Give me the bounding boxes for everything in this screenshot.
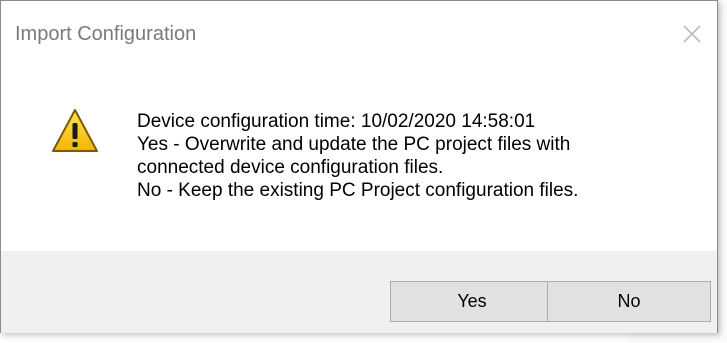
warning-icon (51, 107, 99, 155)
message-line: No - Keep the existing PC Project config… (137, 180, 579, 201)
dialog-titlebar: Import Configuration (1, 1, 717, 65)
dialog-title: Import Configuration (15, 23, 197, 45)
yes-button[interactable]: Yes (390, 281, 554, 322)
dialog-message: Device configuration time: 10/02/2020 14… (137, 110, 578, 202)
no-button[interactable]: No (547, 281, 711, 322)
message-line: Device configuration time: 10/02/2020 14… (137, 111, 536, 132)
close-icon[interactable] (681, 23, 703, 45)
dialog-content: Device configuration time: 10/02/2020 14… (1, 65, 717, 251)
dialog-footer: Yes No (1, 251, 717, 333)
message-line: Yes - Overwrite and update the PC projec… (137, 134, 571, 155)
import-configuration-dialog: Import Configuration Device configuratio… (0, 0, 718, 333)
message-line: connected device configuration files. (137, 157, 444, 178)
